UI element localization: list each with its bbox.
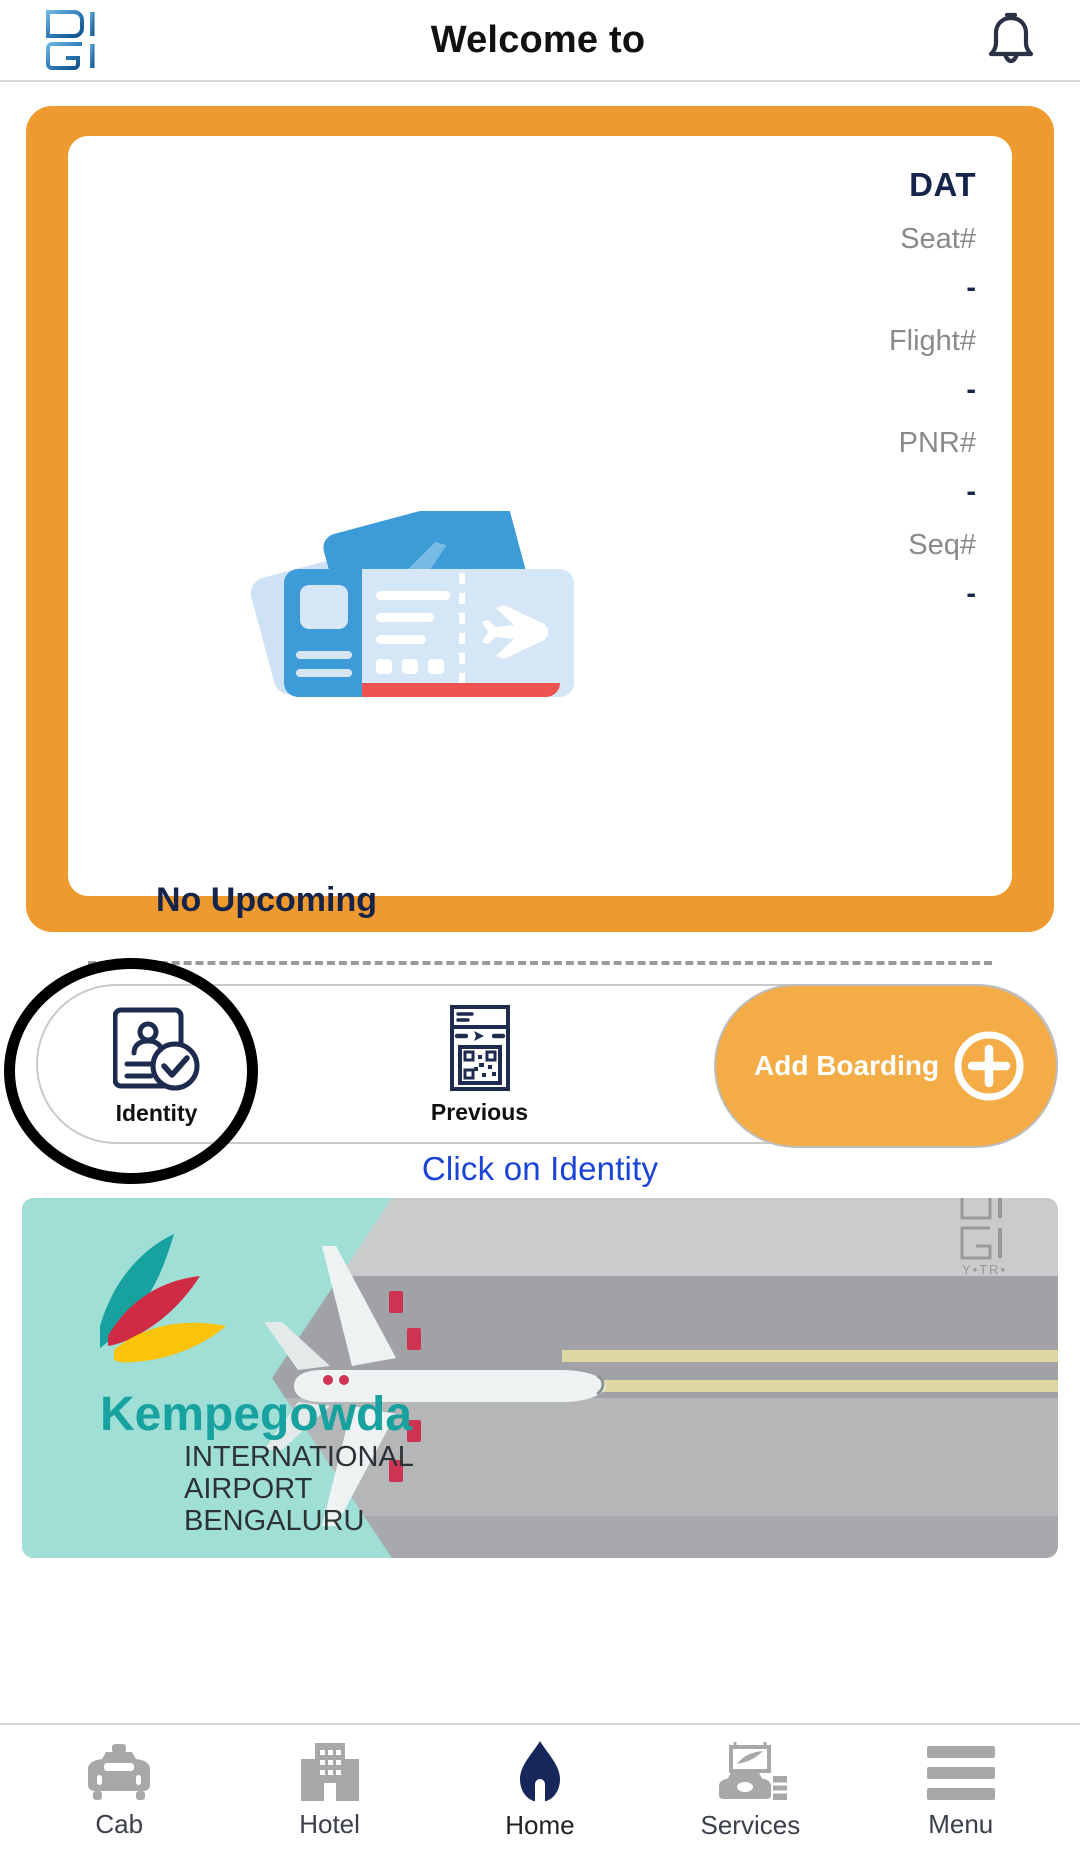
bell-icon (988, 12, 1034, 64)
nav-item-services[interactable]: Services (655, 1725, 845, 1855)
banner-airport-name: Kempegowda (100, 1388, 412, 1441)
banner-line1: INTERNATIONAL (184, 1441, 414, 1473)
status-text: No Upcoming (156, 881, 377, 919)
quick-actions-zone: Identity Previous Add Boarding Click on … (0, 954, 1080, 1190)
notifications-button[interactable] (976, 5, 1046, 75)
date-label: DAT (909, 166, 976, 203)
home-icon (519, 1740, 560, 1802)
services-icon (719, 1741, 788, 1800)
pnr-value: - (966, 476, 976, 508)
nav-label-cab: Cab (95, 1808, 144, 1839)
taxi-icon (88, 1743, 151, 1800)
identity-card-verified-icon (112, 1007, 199, 1090)
banner-line2: AIRPORT (184, 1473, 313, 1505)
boarding-pass-inner: DAT Seat# - Flight# - PNR# - Seq# - No U… (68, 136, 1012, 1103)
identity-button[interactable]: Identity (54, 986, 259, 1142)
banner-graphic: Kempegowda INTERNATIONAL AIRPORT BENGALU… (22, 1198, 1058, 1558)
quick-actions-bar: Identity Previous Add Boarding (36, 984, 1058, 1146)
nav-label-home: Home (505, 1809, 575, 1840)
identity-label: Identity (115, 1099, 198, 1126)
bottom-navigation: Cab Hotel Home Services Menu (0, 1723, 1080, 1855)
nav-label-menu: Menu (928, 1808, 994, 1839)
watermark-sub: Y•TR• (962, 1262, 1007, 1277)
building-icon (300, 1742, 359, 1801)
nav-item-menu[interactable]: Menu (866, 1725, 1056, 1855)
seat-value: - (966, 272, 976, 304)
app-screen: Welcome to DAT Seat# - Flight# - PNR# - … (0, 0, 1080, 1855)
nav-label-services: Services (700, 1809, 801, 1840)
flight-value: - (966, 374, 976, 406)
add-boarding-label: Add Boarding (754, 1050, 940, 1081)
nav-item-hotel[interactable]: Hotel (235, 1725, 425, 1855)
seq-label: Seq# (908, 529, 976, 561)
app-header: Welcome to (0, 0, 1080, 82)
plus-circle-icon (954, 1031, 1024, 1101)
flight-label: Flight# (888, 325, 976, 357)
seat-label: Seat# (900, 223, 976, 255)
airport-banner[interactable]: Kempegowda INTERNATIONAL AIRPORT BENGALU… (22, 1198, 1058, 1558)
boarding-pass-card[interactable]: DAT Seat# - Flight# - PNR# - Seq# - No U… (26, 106, 1054, 1103)
hamburger-menu-icon (926, 1745, 995, 1800)
flight-details: DAT Seat# - Flight# - PNR# - Seq# - (889, 168, 976, 609)
seq-value: - (966, 578, 976, 610)
tickets-icon (250, 491, 574, 697)
page-title: Welcome to (430, 18, 646, 61)
airline-tickets-illustration (246, 491, 616, 726)
banner-line3: BENGALURU (184, 1505, 365, 1537)
boarding-pass-qr-icon (449, 1004, 510, 1091)
nav-label-hotel: Hotel (299, 1808, 360, 1839)
previous-button[interactable]: Previous (377, 986, 582, 1142)
previous-label: Previous (430, 1098, 529, 1125)
nav-item-cab[interactable]: Cab (24, 1725, 214, 1855)
nav-item-home[interactable]: Home (445, 1725, 635, 1855)
hint-text: Click on Identity (421, 1150, 659, 1187)
pnr-label: PNR# (898, 427, 976, 459)
add-boarding-button[interactable]: Add Boarding (716, 986, 1056, 1146)
